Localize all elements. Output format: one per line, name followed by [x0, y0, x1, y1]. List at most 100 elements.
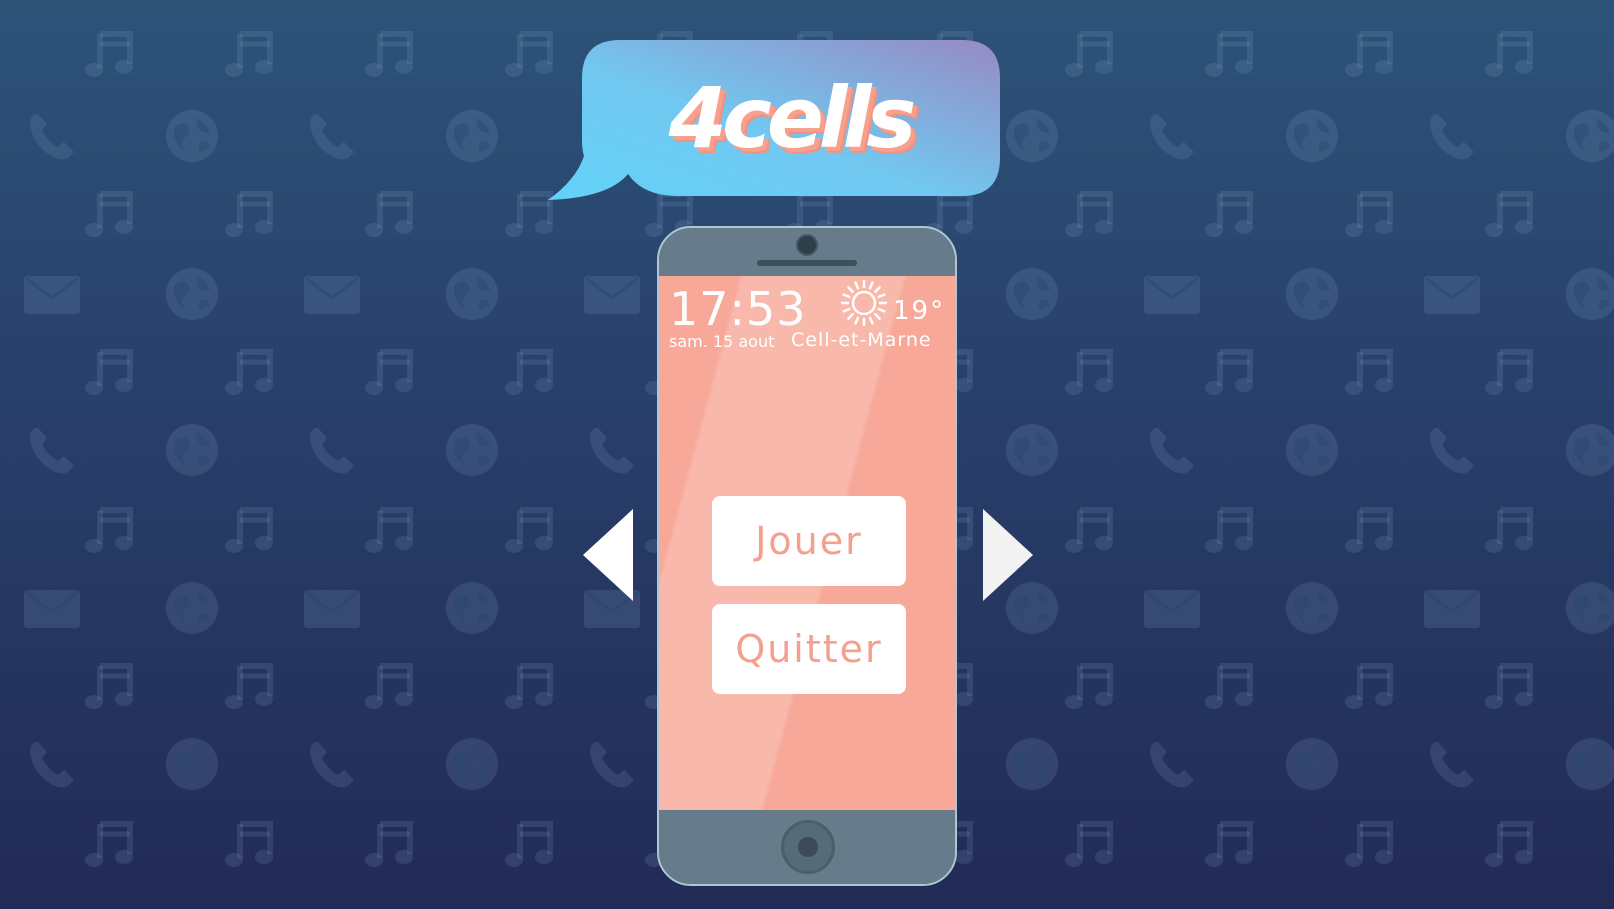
music-note-icon	[502, 814, 562, 874]
sun-icon	[840, 279, 888, 327]
phone-icon	[582, 734, 642, 794]
speaker-grille	[757, 260, 857, 266]
phone-device: 17:53 sam. 15 aout 19° Cell-et-Marne Jou…	[657, 226, 957, 886]
music-note-icon	[1062, 342, 1122, 402]
music-note-icon	[362, 500, 422, 560]
globe-icon	[1562, 578, 1614, 638]
phone-icon	[1142, 734, 1202, 794]
phone-icon	[22, 420, 82, 480]
music-note-icon	[1202, 342, 1262, 402]
music-note-icon	[1482, 814, 1542, 874]
phone-bottom-bezel	[659, 810, 955, 884]
home-button-center	[798, 837, 818, 857]
globe-icon	[1282, 264, 1342, 324]
game-logo: 4cells	[668, 69, 917, 167]
music-note-icon	[222, 656, 282, 716]
music-note-icon	[222, 184, 282, 244]
envelope-icon	[1422, 264, 1482, 324]
globe-icon	[1562, 264, 1614, 324]
envelope-icon	[1142, 264, 1202, 324]
globe-icon	[1002, 106, 1062, 166]
globe-icon	[162, 106, 222, 166]
music-note-icon	[1342, 184, 1402, 244]
music-note-icon	[1342, 500, 1402, 560]
music-note-icon	[1202, 814, 1262, 874]
envelope-icon	[1422, 578, 1482, 638]
music-note-icon	[1202, 500, 1262, 560]
globe-icon	[1282, 734, 1342, 794]
music-note-icon	[82, 342, 142, 402]
music-note-icon	[362, 656, 422, 716]
envelope-icon	[1142, 578, 1202, 638]
globe-icon	[1002, 264, 1062, 324]
music-note-icon	[502, 500, 562, 560]
phone-icon	[582, 420, 642, 480]
music-note-icon	[1202, 656, 1262, 716]
globe-icon	[1282, 420, 1342, 480]
music-note-icon	[1062, 500, 1122, 560]
music-note-icon	[1202, 184, 1262, 244]
music-note-icon	[82, 24, 142, 84]
phone-icon	[22, 734, 82, 794]
globe-icon	[1002, 420, 1062, 480]
music-note-icon	[362, 342, 422, 402]
music-note-icon	[502, 656, 562, 716]
phone-screen: 17:53 sam. 15 aout 19° Cell-et-Marne Jou…	[659, 276, 955, 814]
music-note-icon	[1342, 656, 1402, 716]
globe-icon	[442, 578, 502, 638]
location-label: Cell-et-Marne	[791, 329, 932, 351]
home-button	[781, 820, 835, 874]
play-button[interactable]: Jouer	[712, 496, 906, 586]
globe-icon	[442, 264, 502, 324]
music-note-icon	[1062, 184, 1122, 244]
envelope-icon	[582, 264, 642, 324]
clock-date: sam. 15 aout	[669, 332, 775, 351]
music-note-icon	[1062, 24, 1122, 84]
phone-top-bezel	[659, 228, 955, 276]
phone-icon	[1422, 420, 1482, 480]
phone-icon	[1422, 106, 1482, 166]
music-note-icon	[1482, 24, 1542, 84]
music-note-icon	[222, 814, 282, 874]
music-note-icon	[1342, 814, 1402, 874]
phone-icon	[302, 106, 362, 166]
music-note-icon	[222, 500, 282, 560]
globe-icon	[1002, 734, 1062, 794]
quit-button[interactable]: Quitter	[712, 604, 906, 694]
globe-icon	[162, 264, 222, 324]
music-note-icon	[362, 814, 422, 874]
globe-icon	[162, 578, 222, 638]
triangle-right-icon[interactable]	[983, 509, 1033, 601]
music-note-icon	[1482, 184, 1542, 244]
envelope-icon	[302, 578, 362, 638]
globe-icon	[1562, 106, 1614, 166]
music-note-icon	[1202, 24, 1262, 84]
music-note-icon	[1482, 342, 1542, 402]
globe-icon	[1282, 106, 1342, 166]
music-note-icon	[362, 24, 422, 84]
triangle-left-icon[interactable]	[583, 509, 633, 601]
phone-icon	[302, 420, 362, 480]
music-note-icon	[1482, 656, 1542, 716]
globe-icon	[442, 420, 502, 480]
globe-icon	[162, 420, 222, 480]
music-note-icon	[1342, 24, 1402, 84]
music-note-icon	[1342, 342, 1402, 402]
music-note-icon	[82, 814, 142, 874]
phone-icon	[302, 734, 362, 794]
envelope-icon	[22, 578, 82, 638]
clock-time: 17:53	[669, 282, 807, 336]
music-note-icon	[222, 24, 282, 84]
music-note-icon	[222, 342, 282, 402]
music-note-icon	[82, 656, 142, 716]
globe-icon	[1562, 420, 1614, 480]
globe-icon	[442, 106, 502, 166]
globe-icon	[442, 734, 502, 794]
music-note-icon	[362, 184, 422, 244]
phone-icon	[22, 106, 82, 166]
phone-icon	[1142, 420, 1202, 480]
music-note-icon	[1062, 814, 1122, 874]
logo-speech-bubble: 4cells	[548, 40, 1000, 210]
phone-body: 17:53 sam. 15 aout 19° Cell-et-Marne Jou…	[657, 226, 957, 886]
globe-icon	[162, 734, 222, 794]
